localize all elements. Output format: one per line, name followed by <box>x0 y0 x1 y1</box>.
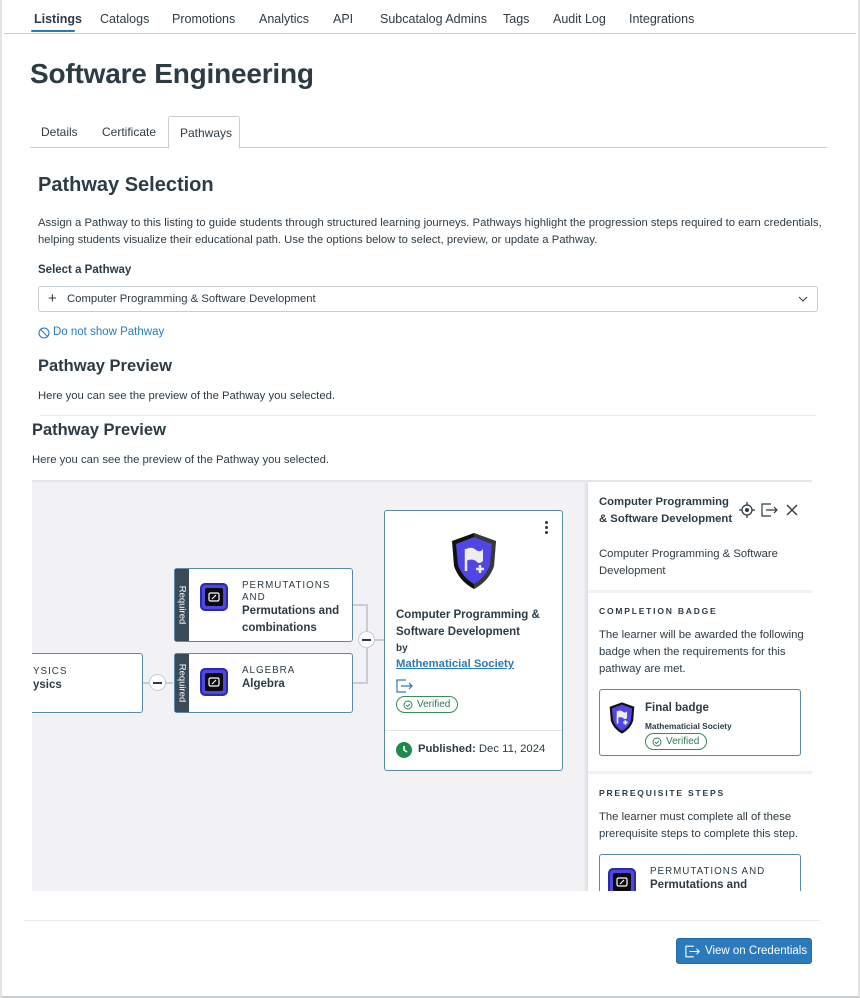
pathway-description-line1: Assign a Pathway to this listing to guid… <box>38 217 822 229</box>
prerequisite-steps-heading: PREREQUISITE STEPS <box>599 788 725 798</box>
node-name: combinations <box>242 622 317 634</box>
pathway-selection-heading: Pathway Selection <box>38 174 214 196</box>
node-kind: PERMUTATIONS <box>242 580 331 591</box>
required-tag: Required <box>175 569 189 641</box>
step-kind: PERMUTATIONS AND <box>650 866 766 877</box>
tab-details[interactable]: Details <box>41 116 78 148</box>
tab-certificate[interactable]: Certificate <box>102 116 156 148</box>
page-title: Software Engineering <box>30 58 314 89</box>
clock-icon <box>396 742 412 758</box>
close-icon[interactable] <box>786 504 798 516</box>
by-label: by <box>396 643 408 654</box>
prerequisite-steps-text: The learner must complete all of these p… <box>599 811 799 840</box>
pathway-card-title: Computer Programming & Software Developm… <box>396 609 540 638</box>
connector <box>353 604 367 606</box>
nav-integrations[interactable]: Integrations <box>629 12 694 26</box>
nav-promotions[interactable]: Promotions <box>172 12 235 26</box>
pathway-main-card[interactable]: Computer Programming & Software Developm… <box>384 510 563 771</box>
nav-tags[interactable]: Tags <box>503 12 529 26</box>
badge-organization: Mathematicial Society <box>645 721 732 731</box>
pathway-canvas[interactable]: YSICS ysics Required PERMUTATIONS AND Pe… <box>32 480 812 891</box>
verified-label: Verified <box>666 736 700 747</box>
nav-api[interactable]: API <box>333 12 353 26</box>
verified-label: Verified <box>417 699 451 710</box>
pathway-node-physics[interactable]: YSICS ysics <box>32 653 143 713</box>
sub-tabs: Details Certificate Pathways <box>30 116 827 149</box>
divider <box>40 415 816 416</box>
step-icon <box>200 668 228 696</box>
pathway-preview-description-1: Here you can see the preview of the Path… <box>38 390 336 402</box>
pathway-preview-description-2: Here you can see the preview of the Path… <box>32 454 330 466</box>
external-link-icon <box>685 945 700 958</box>
published-date: Dec 11, 2024 <box>478 743 546 755</box>
step-name: Permutations and <box>650 879 748 891</box>
nav-subcatalog-admins[interactable]: Subcatalog Admins <box>380 12 487 26</box>
nav-analytics[interactable]: Analytics <box>259 12 309 26</box>
pathway-preview-heading-2: Pathway Preview <box>32 421 166 439</box>
check-circle-icon <box>403 700 413 710</box>
verified-badge: Verified <box>396 696 459 713</box>
nav-listings[interactable]: Listings <box>34 12 82 26</box>
pathway-node-algebra[interactable]: Required ALGEBRA Algebra <box>174 653 353 713</box>
completion-badge-text: The learner will be awarded the followin… <box>599 629 804 675</box>
shield-badge-icon <box>609 702 635 734</box>
step-icon <box>200 583 228 611</box>
required-label: Required <box>176 663 188 703</box>
node-kind: AND <box>242 592 266 603</box>
final-badge-card[interactable]: Final badge Mathematicial Society Verifi… <box>599 689 801 756</box>
view-on-credentials-button[interactable]: View on Credentials <box>676 938 812 964</box>
connector <box>353 682 367 684</box>
required-tag: Required <box>175 654 189 712</box>
node-kind: YSICS <box>33 666 68 677</box>
badge-name: Final badge <box>645 702 709 714</box>
select-pathway-label: Select a Pathway <box>38 264 132 276</box>
nav-catalogs[interactable]: Catalogs <box>100 12 149 26</box>
do-not-show-pathway-label: Do not show Pathway <box>53 326 165 338</box>
prerequisite-step-card[interactable]: PERMUTATIONS AND Permutations and <box>599 854 801 891</box>
pathway-select[interactable]: + Computer Programming & Software Develo… <box>38 286 818 312</box>
shield-badge-icon <box>452 533 496 589</box>
published-info: Published: Dec 11, 2024 <box>418 743 545 755</box>
top-nav: Listings Catalogs Promotions Analytics A… <box>4 0 856 34</box>
prohibited-icon <box>38 327 50 339</box>
locate-icon[interactable] <box>739 502 755 518</box>
completion-badge-heading: COMPLETION BADGE <box>599 606 718 616</box>
collapse-button[interactable] <box>149 674 166 691</box>
plus-icon: + <box>48 290 57 307</box>
panel-title: Computer Programming & Software Developm… <box>599 496 733 525</box>
divider <box>385 730 562 731</box>
node-kind: ALGEBRA <box>242 665 296 676</box>
step-icon <box>608 868 636 891</box>
tab-pathways[interactable]: Pathways <box>168 116 240 149</box>
pathway-preview-heading-1: Pathway Preview <box>38 357 172 375</box>
check-circle-icon <box>652 737 662 747</box>
footer-divider <box>24 920 820 921</box>
organization-link[interactable]: Mathematicial Society <box>396 658 514 670</box>
nav-audit-log[interactable]: Audit Log <box>553 12 606 26</box>
active-nav-indicator <box>31 30 75 32</box>
view-on-credentials-label: View on Credentials <box>705 945 808 957</box>
node-name: Algebra <box>242 678 285 690</box>
node-name: ysics <box>33 679 62 691</box>
collapse-button[interactable] <box>358 631 375 648</box>
pathway-select-value: Computer Programming & Software Developm… <box>67 293 316 305</box>
panel-description: Computer Programming & Software Developm… <box>599 548 778 577</box>
verified-badge: Verified <box>645 733 708 750</box>
external-link-icon[interactable] <box>761 502 779 518</box>
external-link-icon[interactable] <box>396 679 414 693</box>
pathway-description-line2: helping students visualize their educati… <box>38 234 598 246</box>
pathway-detail-panel: Computer Programming & Software Developm… <box>588 482 812 891</box>
published-label: Published: <box>418 743 476 755</box>
more-options-icon[interactable] <box>542 519 550 537</box>
node-name: Permutations and <box>242 605 340 617</box>
panel-header-section: Computer Programming & Software Developm… <box>588 482 812 590</box>
required-label: Required <box>176 585 188 625</box>
pathway-node-permutations[interactable]: Required PERMUTATIONS AND Permutations a… <box>174 568 353 642</box>
chevron-down-icon <box>798 296 808 302</box>
